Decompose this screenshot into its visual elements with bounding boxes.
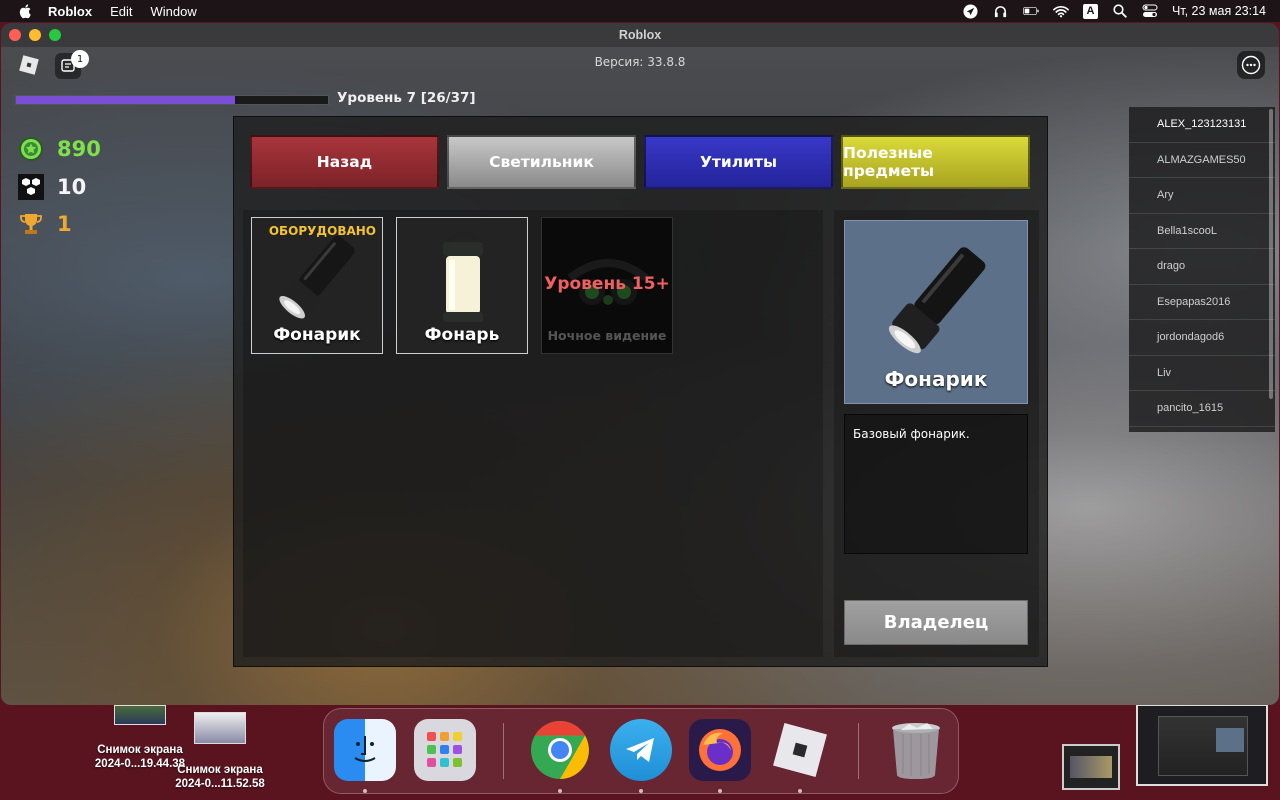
battery-icon[interactable] — [1022, 3, 1039, 19]
minimize-window-button[interactable] — [29, 29, 41, 41]
level-label: Уровень 7 [26/37] — [337, 90, 476, 106]
tab-utilities[interactable]: Утилиты — [644, 135, 833, 189]
window-controls — [9, 29, 61, 41]
player-row[interactable]: Bella1scooL — [1129, 214, 1275, 249]
selected-item-name: Фонарик — [884, 367, 988, 391]
xp-progress-bar — [15, 95, 329, 105]
close-window-button[interactable] — [9, 29, 21, 41]
player-row[interactable]: ALMAZGAMES50 — [1129, 143, 1275, 178]
wifi-icon[interactable] — [1053, 3, 1069, 19]
item-name: Фонарь — [424, 325, 500, 345]
control-center-icon[interactable] — [1142, 3, 1158, 19]
more-options-button[interactable] — [1237, 51, 1265, 79]
window-titlebar[interactable]: Roblox — [1, 23, 1279, 47]
launchpad-icon[interactable] — [414, 719, 476, 781]
player-row[interactable]: Esepapas2016 — [1129, 285, 1275, 320]
apple-icon[interactable] — [18, 3, 34, 19]
coins-value: 890 — [57, 137, 101, 161]
chrome-icon[interactable] — [529, 719, 591, 781]
trophies-stat: 1 — [17, 210, 72, 238]
player-row[interactable]: ALEX_123123131 — [1129, 107, 1275, 143]
item-card-lantern[interactable]: Фонарь — [396, 217, 528, 354]
desktop-screenshot-preview[interactable] — [1136, 704, 1268, 786]
shop-tabs: Назад Светильник Утилиты Полезные предме… — [250, 135, 1030, 189]
app-menu[interactable]: Roblox — [48, 4, 92, 19]
zoom-window-button[interactable] — [49, 29, 61, 41]
player-list[interactable]: ALEX_123123131 ALMAZGAMES50 Ary Bella1sc… — [1129, 107, 1275, 432]
firefox-icon[interactable] — [689, 719, 751, 781]
hex-points-value: 10 — [57, 175, 87, 199]
tab-light-sources[interactable]: Светильник — [447, 135, 636, 189]
telegram-icon[interactable] — [610, 719, 672, 781]
hexagons-icon — [17, 173, 45, 201]
dock-separator — [503, 723, 504, 779]
location-icon[interactable] — [963, 3, 979, 19]
running-indicator — [798, 789, 802, 793]
desktop-file-thumbnail[interactable] — [194, 712, 246, 744]
item-preview: Фонарик — [844, 220, 1028, 404]
xp-progress-fill — [16, 96, 236, 104]
player-row[interactable]: Liv — [1129, 356, 1275, 391]
trophies-value: 1 — [57, 212, 72, 236]
item-name: Фонарик — [273, 325, 361, 345]
item-name: Ночное видение — [547, 328, 667, 343]
running-indicator — [558, 789, 562, 793]
player-list-scrollbar[interactable] — [1269, 109, 1273, 399]
player-row[interactable]: pancito_1615 — [1129, 391, 1275, 427]
player-row[interactable]: jordondagod6 — [1129, 320, 1275, 356]
menu-bar: Roblox Edit Window A Чт, 23 мая 23:14 — [0, 0, 1280, 22]
player-row[interactable]: drago — [1129, 249, 1275, 285]
shop-panel: Назад Светильник Утилиты Полезные предме… — [233, 116, 1048, 667]
version-label: Версия: 33.8.8 — [594, 55, 686, 69]
hex-points-stat: 10 — [17, 173, 86, 201]
desktop-file-label[interactable]: Снимок экрана 2024-0...11.52.58 — [160, 763, 280, 791]
window-menu[interactable]: Window — [150, 4, 196, 19]
running-indicator — [718, 789, 722, 793]
roblox-icon[interactable] — [769, 719, 831, 781]
owner-button[interactable]: Владелец — [844, 600, 1028, 645]
ellipsis-icon — [1241, 55, 1261, 75]
coin-icon — [17, 135, 45, 163]
running-indicator — [363, 789, 367, 793]
headphones-icon[interactable] — [993, 3, 1009, 19]
edit-menu[interactable]: Edit — [110, 4, 132, 19]
spotlight-search-icon[interactable] — [1112, 3, 1128, 19]
required-level-label: Уровень 15+ — [544, 274, 670, 294]
menubar-clock[interactable]: Чт, 23 мая 23:14 — [1172, 4, 1266, 18]
equipped-badge: ОБОРУДОВАНО — [268, 224, 376, 238]
item-card-flashlight[interactable]: ОБОРУДОВАНО Фонарик — [251, 217, 383, 354]
player-row[interactable]: Ary — [1129, 178, 1275, 214]
trophy-icon — [17, 210, 45, 238]
back-button[interactable]: Назад — [250, 135, 439, 189]
item-details-panel: Фонарик Базовый фонарик. Владелец — [834, 210, 1039, 657]
coins-stat: 890 — [17, 135, 101, 163]
items-grid: ОБОРУДОВАНО Фонарик Фонарь Уровень 15+ Н… — [243, 210, 823, 657]
running-indicator — [639, 789, 643, 793]
item-description: Базовый фонарик. — [844, 414, 1028, 554]
window-title: Roblox — [618, 28, 662, 42]
item-card-night-vision[interactable]: Уровень 15+ Ночное видение — [541, 217, 673, 354]
game-viewport[interactable]: 1 Версия: 33.8.8 Уровень 7 [26/37] 890 1… — [1, 47, 1279, 705]
tab-useful-items[interactable]: Полезные предметы — [841, 135, 1030, 189]
finder-icon[interactable] — [334, 719, 396, 781]
dock — [323, 708, 959, 794]
trash-icon[interactable] — [885, 719, 947, 781]
input-source-icon[interactable]: A — [1082, 3, 1098, 19]
dock-separator — [858, 723, 859, 779]
desktop-screenshot-thumbnail[interactable] — [1062, 744, 1120, 790]
desktop-file-thumbnail[interactable] — [114, 705, 166, 725]
roblox-window: Roblox 1 Версия: 33.8.8 Уровень 7 [26/37… — [1, 23, 1279, 705]
